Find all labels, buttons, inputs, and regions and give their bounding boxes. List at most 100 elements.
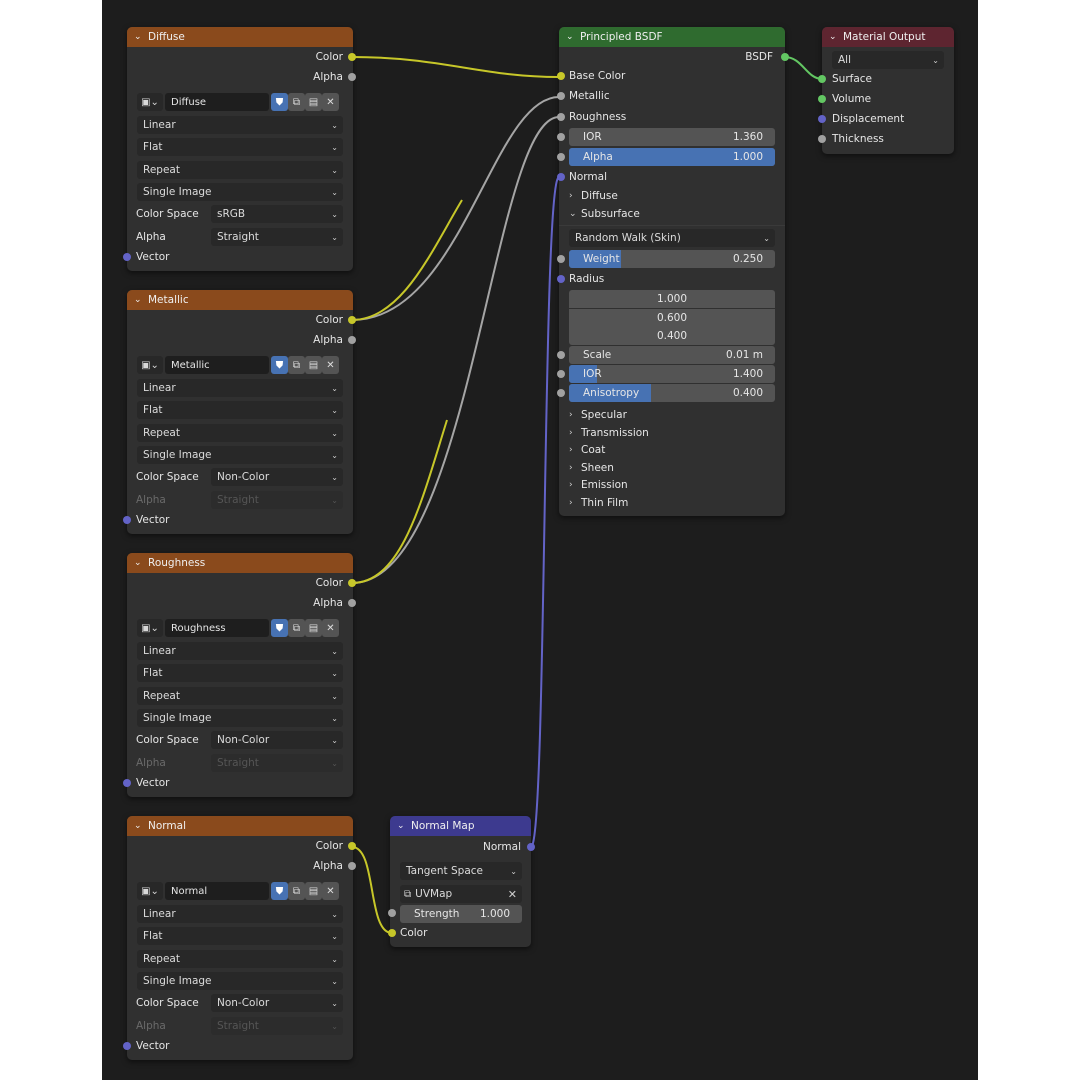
normal-map-node[interactable]: ⌄ Normal Map Normal Tangent Space ⌄ ⧉ UVMap… [388, 816, 535, 947]
color-space-dropdown[interactable]: Non-Color ⌄ [211, 468, 343, 486]
interpolation-dropdown[interactable]: Linear ⌄ [137, 379, 343, 397]
image-name-field[interactable]: Roughness [165, 619, 269, 637]
section-specular[interactable]: › Specular [569, 407, 627, 423]
vector-input-socket[interactable] [123, 516, 131, 524]
displacement-socket[interactable] [818, 115, 826, 123]
alpha-slider[interactable]: Alpha 1.000 [569, 148, 775, 166]
normal-map-header[interactable]: ⌄ Normal Map [390, 816, 531, 836]
ior-field[interactable]: IOR 1.360 [569, 128, 775, 146]
duplicate-icon[interactable]: ⧉ [288, 93, 305, 111]
image-texture-node-normal[interactable]: ⌄ Normal Color Alpha ▣⌄ Normal ⛊ ⧉ ▤ ✕ Li… [123, 816, 356, 1060]
image-selector[interactable]: ▣⌄ Metallic ⛊ ⧉ ▤ ✕ [137, 356, 339, 374]
alpha-mode-dropdown[interactable]: Straight ⌄ [211, 228, 343, 246]
folder-icon[interactable]: ▤ [305, 882, 322, 900]
surface-socket[interactable] [818, 75, 826, 83]
duplicate-icon[interactable]: ⧉ [288, 882, 305, 900]
section-emission[interactable]: › Emission [569, 477, 628, 493]
close-icon[interactable]: ✕ [322, 93, 339, 111]
image-icon[interactable]: ▣⌄ [137, 882, 163, 900]
image-selector[interactable]: ▣⌄ Normal ⛊ ⧉ ▤ ✕ [137, 882, 339, 900]
chevron-down-icon[interactable]: ⌄ [134, 32, 144, 42]
material-output-node[interactable]: ⌄ Material Output All ⌄ Surface Volume Dis… [818, 27, 954, 154]
normal-space-dropdown[interactable]: Tangent Space ⌄ [400, 862, 522, 880]
normal-socket[interactable] [557, 173, 565, 181]
shield-icon[interactable]: ⛊ [271, 93, 288, 111]
scale-socket[interactable] [557, 351, 565, 359]
section-thin-film[interactable]: › Thin Film [569, 495, 628, 511]
source-dropdown[interactable]: Single Image ⌄ [137, 183, 343, 201]
material-output-header[interactable]: ⌄ Material Output [822, 27, 954, 47]
image-texture-node-roughness[interactable]: ⌄ Roughness Color Alpha ▣⌄ Roughness ⛊ ⧉ … [123, 553, 356, 797]
principled-bsdf-node[interactable]: ⌄ Principled BSDF BSDF Base Color Metalli… [557, 27, 789, 516]
extension-dropdown[interactable]: Repeat ⌄ [137, 950, 343, 968]
shield-icon[interactable]: ⛊ [271, 882, 288, 900]
close-icon[interactable]: ✕ [508, 888, 517, 901]
chevron-down-icon[interactable]: ⌄ [566, 32, 576, 42]
section-sheen[interactable]: › Sheen [569, 460, 614, 476]
subsurface-ior-socket[interactable] [557, 370, 565, 378]
bsdf-output-socket[interactable] [781, 53, 789, 61]
alpha-mode-dropdown[interactable]: Straight ⌄ [211, 1017, 343, 1035]
roughness-socket[interactable] [557, 113, 565, 121]
anisotropy-socket[interactable] [557, 389, 565, 397]
folder-icon[interactable]: ▤ [305, 356, 322, 374]
alpha-output-socket[interactable] [348, 862, 356, 870]
color-input-socket[interactable] [388, 929, 396, 937]
close-icon[interactable]: ✕ [322, 619, 339, 637]
radius-y-field[interactable]: 0.600 [569, 309, 775, 327]
alpha-mode-dropdown[interactable]: Straight ⌄ [211, 491, 343, 509]
subsurface-ior-slider[interactable]: IOR 1.400 [569, 365, 775, 383]
metallic-socket[interactable] [557, 92, 565, 100]
image-texture-node-metallic[interactable]: ⌄ Metallic Color Alpha ▣⌄ Metallic ⛊ ⧉ ▤ … [123, 290, 356, 534]
image-selector[interactable]: ▣⌄ Roughness ⛊ ⧉ ▤ ✕ [137, 619, 339, 637]
chevron-down-icon[interactable]: ⌄ [134, 295, 144, 305]
chevron-down-icon[interactable]: ⌄ [134, 558, 144, 568]
image-icon[interactable]: ▣⌄ [137, 356, 163, 374]
weight-slider[interactable]: Weight 0.250 [569, 250, 775, 268]
extension-dropdown[interactable]: Repeat ⌄ [137, 687, 343, 705]
projection-dropdown[interactable]: Flat ⌄ [137, 927, 343, 945]
image-icon[interactable]: ▣⌄ [137, 93, 163, 111]
source-dropdown[interactable]: Single Image ⌄ [137, 709, 343, 727]
weight-socket[interactable] [557, 255, 565, 263]
alpha-output-socket[interactable] [348, 599, 356, 607]
texture-header[interactable]: ⌄ Metallic [127, 290, 353, 310]
alpha-socket[interactable] [557, 153, 565, 161]
vector-input-socket[interactable] [123, 253, 131, 261]
base-color-socket[interactable] [557, 72, 565, 80]
duplicate-icon[interactable]: ⧉ [288, 619, 305, 637]
folder-icon[interactable]: ▤ [305, 93, 322, 111]
color-space-dropdown[interactable]: Non-Color ⌄ [211, 731, 343, 749]
thickness-socket[interactable] [818, 135, 826, 143]
output-target-dropdown[interactable]: All ⌄ [832, 51, 944, 69]
chevron-down-icon[interactable]: ⌄ [829, 32, 839, 42]
close-icon[interactable]: ✕ [322, 356, 339, 374]
image-name-field[interactable]: Metallic [165, 356, 269, 374]
section-transmission[interactable]: › Transmission [569, 425, 649, 441]
extension-dropdown[interactable]: Repeat ⌄ [137, 424, 343, 442]
strength-field[interactable]: Strength 1.000 [400, 905, 522, 923]
section-coat[interactable]: › Coat [569, 442, 605, 458]
color-output-socket[interactable] [348, 53, 356, 61]
source-dropdown[interactable]: Single Image ⌄ [137, 972, 343, 990]
folder-icon[interactable]: ▤ [305, 619, 322, 637]
alpha-mode-dropdown[interactable]: Straight ⌄ [211, 754, 343, 772]
color-space-dropdown[interactable]: Non-Color ⌄ [211, 994, 343, 1012]
image-name-field[interactable]: Diffuse [165, 93, 269, 111]
shield-icon[interactable]: ⛊ [271, 356, 288, 374]
color-output-socket[interactable] [348, 842, 356, 850]
shield-icon[interactable]: ⛊ [271, 619, 288, 637]
vector-input-socket[interactable] [123, 1042, 131, 1050]
extension-dropdown[interactable]: Repeat ⌄ [137, 161, 343, 179]
section-diffuse[interactable]: › Diffuse [569, 188, 618, 204]
radius-socket[interactable] [557, 275, 565, 283]
ior-socket[interactable] [557, 133, 565, 141]
source-dropdown[interactable]: Single Image ⌄ [137, 446, 343, 464]
volume-socket[interactable] [818, 95, 826, 103]
section-subsurface[interactable]: ⌄ Subsurface [569, 206, 640, 222]
chevron-down-icon[interactable]: ⌄ [134, 821, 144, 831]
interpolation-dropdown[interactable]: Linear ⌄ [137, 905, 343, 923]
image-selector[interactable]: ▣⌄ Diffuse ⛊ ⧉ ▤ ✕ [137, 93, 339, 111]
interpolation-dropdown[interactable]: Linear ⌄ [137, 642, 343, 660]
projection-dropdown[interactable]: Flat ⌄ [137, 138, 343, 156]
